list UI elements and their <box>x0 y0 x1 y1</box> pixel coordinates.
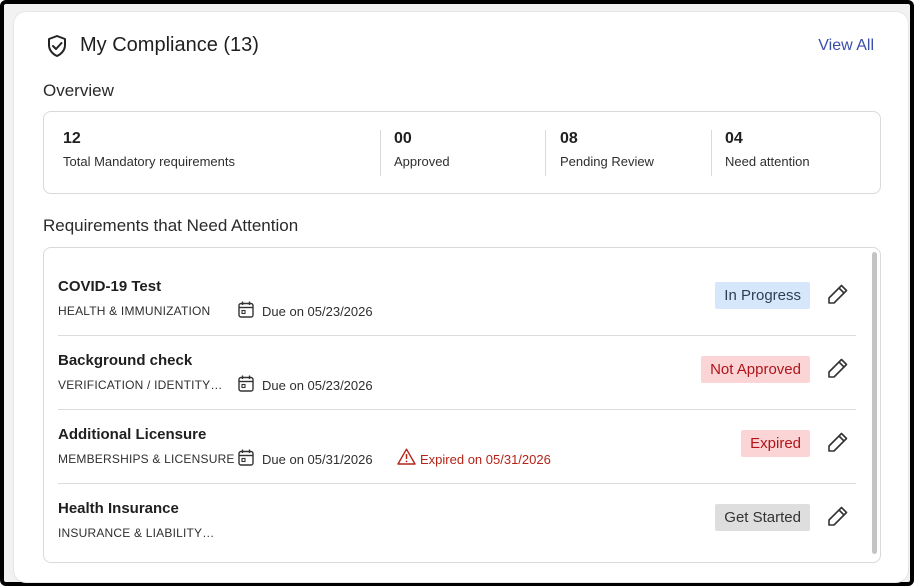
pencil-icon[interactable] <box>826 504 850 528</box>
stat-divider <box>711 130 712 176</box>
overview-heading: Overview <box>43 81 114 100</box>
requirement-name[interactable]: COVID-19 Test <box>58 278 161 295</box>
calendar-icon <box>238 449 254 466</box>
divider <box>58 335 856 336</box>
requirement-category: INSURANCE & LIABILITY… <box>58 526 215 540</box>
stat-total: 12 Total Mandatory requirements <box>63 130 235 169</box>
window-frame: My Compliance (13) View All Overview 12 … <box>0 0 914 586</box>
requirements-list: COVID-19 Test HEALTH & IMMUNIZATION Due … <box>43 247 881 563</box>
list-item: Health Insurance INSURANCE & LIABILITY… … <box>44 500 856 562</box>
status-badge: In Progress <box>715 282 810 309</box>
stat-attention-label: Need attention <box>725 154 810 169</box>
stat-approved-value: 00 <box>394 130 412 147</box>
divider <box>58 409 856 410</box>
stat-approved: 00 Approved <box>394 130 450 169</box>
due-date: Due on 05/23/2026 <box>262 378 373 393</box>
list-item: Background check VERIFICATION / IDENTITY… <box>44 352 856 426</box>
stat-pending-label: Pending Review <box>560 154 654 169</box>
requirement-name[interactable]: Health Insurance <box>58 500 179 517</box>
stat-total-label: Total Mandatory requirements <box>63 154 235 169</box>
stat-attention: 04 Need attention <box>725 130 810 169</box>
status-badge: Expired <box>741 430 810 457</box>
pencil-icon[interactable] <box>826 430 850 454</box>
requirement-name[interactable]: Background check <box>58 352 192 369</box>
overview-panel: 12 Total Mandatory requirements 00 Appro… <box>43 111 881 194</box>
warning-icon <box>397 448 416 465</box>
list-item: Additional Licensure MEMBERSHIPS & LICEN… <box>44 426 856 500</box>
calendar-icon <box>238 301 254 318</box>
status-badge: Not Approved <box>701 356 810 383</box>
requirement-name[interactable]: Additional Licensure <box>58 426 206 443</box>
due-date: Due on 05/23/2026 <box>262 304 373 319</box>
attention-heading: Requirements that Need Attention <box>43 216 299 235</box>
divider <box>58 483 856 484</box>
expired-notice: Expired on 05/31/2026 <box>420 452 551 467</box>
page-title: My Compliance (13) <box>80 34 259 56</box>
stat-divider <box>380 130 381 176</box>
pencil-icon[interactable] <box>826 356 850 380</box>
compliance-card: My Compliance (13) View All Overview 12 … <box>14 12 908 582</box>
view-all-link[interactable]: View All <box>818 37 874 55</box>
stat-pending: 08 Pending Review <box>560 130 654 169</box>
list-item: COVID-19 Test HEALTH & IMMUNIZATION Due … <box>44 278 856 352</box>
requirement-category: VERIFICATION / IDENTITY… <box>58 378 223 392</box>
stat-approved-label: Approved <box>394 154 450 169</box>
requirement-category: HEALTH & IMMUNIZATION <box>58 304 211 318</box>
stat-total-value: 12 <box>63 130 81 147</box>
status-badge: Get Started <box>715 504 810 531</box>
stat-attention-value: 04 <box>725 130 743 147</box>
stat-divider <box>545 130 546 176</box>
stat-pending-value: 08 <box>560 130 578 147</box>
calendar-icon <box>238 375 254 392</box>
requirement-category: MEMBERSHIPS & LICENSURE <box>58 452 235 466</box>
shield-check-icon <box>48 35 66 57</box>
scrollbar[interactable] <box>872 252 877 554</box>
pencil-icon[interactable] <box>826 282 850 306</box>
due-date: Due on 05/31/2026 <box>262 452 373 467</box>
